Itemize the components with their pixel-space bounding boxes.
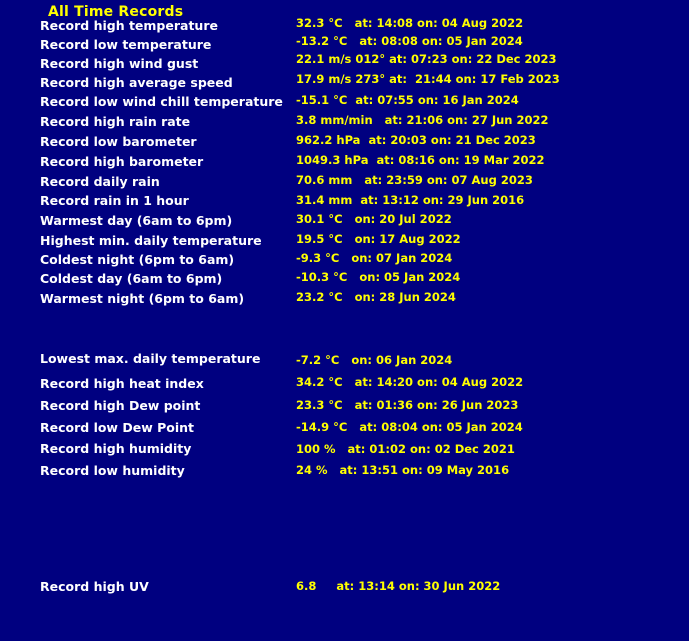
record-value: 6.8 at: 13:14 on: 30 Jun 2022	[296, 579, 501, 593]
record-value: 17.9 m/s 273° at: 21:44 on: 17 Feb 2023	[296, 72, 560, 86]
record-label: Lowest max. daily temperature	[40, 351, 261, 366]
record-value: 30.1 °C on: 20 Jul 2022	[296, 212, 452, 226]
record-label: Record low temperature	[40, 37, 212, 52]
record-value: 1049.3 hPa at: 08:16 on: 19 Mar 2022	[296, 153, 545, 167]
record-value: 22.1 m/s 012° at: 07:23 on: 22 Dec 2023	[296, 52, 557, 66]
record-label: Record high UV	[40, 579, 149, 594]
record-value: 962.2 hPa at: 20:03 on: 21 Dec 2023	[296, 133, 536, 147]
record-label: Record high heat index	[40, 376, 204, 391]
record-label: Record high average speed	[40, 75, 233, 90]
record-value: 24 % at: 13:51 on: 09 May 2016	[296, 463, 510, 477]
record-label: Record low barometer	[40, 134, 197, 149]
record-label: Record high humidity	[40, 441, 192, 456]
record-label: Record low Dew Point	[40, 420, 194, 435]
record-value: 3.8 mm/min at: 21:06 on: 27 Jun 2022	[296, 113, 549, 127]
record-label: Warmest day (6am to 6pm)	[40, 213, 233, 228]
record-label: Record high rain rate	[40, 114, 191, 129]
record-label: Record high barometer	[40, 154, 204, 169]
record-label: Record high temperature	[40, 18, 218, 33]
record-label: Record low humidity	[40, 463, 185, 478]
record-value: 23.3 °C at: 01:36 on: 26 Jun 2023	[296, 398, 519, 412]
record-value: 100 % at: 01:02 on: 02 Dec 2021	[296, 442, 515, 456]
record-label: Coldest night (6pm to 6am)	[40, 252, 235, 267]
record-value: -15.1 °C at: 07:55 on: 16 Jan 2024	[296, 93, 519, 107]
record-label: Record high Dew point	[40, 398, 201, 413]
record-label: Record rain in 1 hour	[40, 193, 189, 208]
record-label: Highest min. daily temperature	[40, 233, 262, 248]
record-label: Coldest day (6am to 6pm)	[40, 271, 223, 286]
record-label: Record daily rain	[40, 174, 160, 189]
record-value: 32.3 °C at: 14:08 on: 04 Aug 2022	[296, 16, 524, 30]
record-value: -9.3 °C on: 07 Jan 2024	[296, 251, 453, 265]
record-value: 31.4 mm at: 13:12 on: 29 Jun 2016	[296, 193, 525, 207]
record-label: Record low wind chill temperature	[40, 94, 283, 109]
record-value: -7.2 °C on: 06 Jan 2024	[296, 353, 453, 367]
record-label: Warmest night (6pm to 6am)	[40, 291, 245, 306]
record-value: -13.2 °C at: 08:08 on: 05 Jan 2024	[296, 34, 523, 48]
record-value: 34.2 °C at: 14:20 on: 04 Aug 2022	[296, 375, 524, 389]
record-value: 19.5 °C on: 17 Aug 2022	[296, 232, 461, 246]
record-value: -14.9 °C at: 08:04 on: 05 Jan 2024	[296, 420, 523, 434]
record-value: 23.2 °C on: 28 Jun 2024	[296, 290, 456, 304]
record-value: -10.3 °C on: 05 Jan 2024	[296, 270, 461, 284]
record-value: 70.6 mm at: 23:59 on: 07 Aug 2023	[296, 173, 533, 187]
record-label: Record high wind gust	[40, 56, 199, 71]
